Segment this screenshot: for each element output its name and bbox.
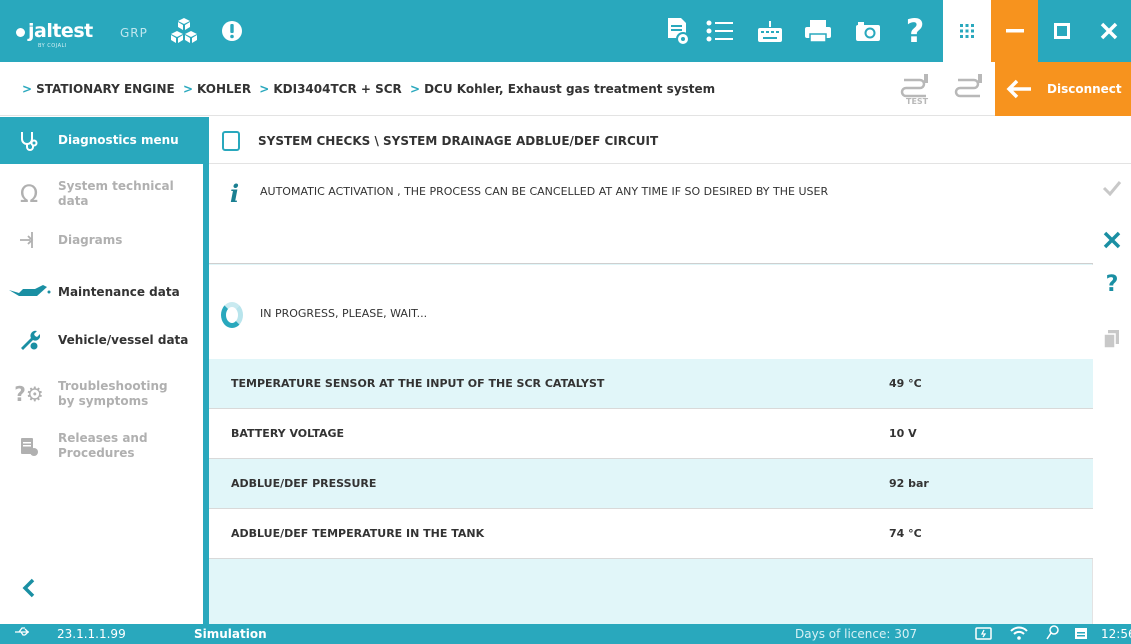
app-logo: jaltest BY COJALI	[16, 20, 93, 49]
parameter-value: 10 V	[889, 427, 917, 440]
calendar-icon	[1074, 626, 1088, 643]
table-row: ADBLUE/DEF TEMPERATURE IN THE TANK 74 °C	[209, 509, 1093, 559]
battery-icon	[975, 627, 993, 643]
test-connector-icon[interactable]: TEST	[896, 72, 934, 108]
info-icon: i	[230, 179, 240, 208]
breadcrumb: > STATIONARY ENGINE > KOHLER > KDI3404TCR +…	[22, 82, 716, 96]
brand-tag: GRP	[120, 26, 148, 40]
breadcrumb-item[interactable]: DCU Kohler, Exhaust gas treatment system	[424, 82, 715, 96]
top-bar: jaltest BY COJALI GRP ?	[0, 0, 1131, 62]
section-header: SYSTEM CHECKS \ SYSTEM DRAINAGE ADBLUE/D…	[209, 117, 1131, 164]
search-icon	[1046, 625, 1060, 644]
parameter-value: 74 °C	[889, 527, 922, 540]
breadcrumb-item[interactable]: STATIONARY ENGINE	[36, 82, 175, 96]
maximize-button[interactable]	[1038, 0, 1085, 62]
parameter-name: TEMPERATURE SENSOR AT THE INPUT OF THE S…	[231, 377, 605, 390]
report-icon[interactable]	[664, 0, 692, 62]
diagram-icon	[0, 229, 58, 251]
printer-icon[interactable]	[800, 0, 836, 62]
camera-icon[interactable]	[851, 0, 885, 62]
breadcrumb-item[interactable]: KOHLER	[197, 82, 251, 96]
table-row: ADBLUE/DEF PRESSURE 92 bar	[209, 459, 1093, 509]
wrench-icon	[0, 329, 58, 351]
cancel-icon[interactable]	[1093, 230, 1131, 250]
parameter-name: BATTERY VOLTAGE	[231, 427, 345, 440]
usb-icon	[14, 626, 30, 641]
content-panel: i AUTOMATIC ACTIVATION , THE PROCESS CAN…	[209, 164, 1093, 624]
chevron-left-icon[interactable]	[22, 578, 36, 604]
action-column: ?	[1093, 164, 1131, 624]
maximize-icon	[1053, 23, 1070, 39]
table-row: BATTERY VOLTAGE 10 V	[209, 409, 1093, 459]
version-text: 23.1.1.1.99	[57, 627, 126, 641]
apps-grid-icon[interactable]	[943, 0, 991, 62]
list-icon[interactable]	[703, 0, 737, 62]
help-icon[interactable]: ?	[898, 0, 932, 62]
check-icon[interactable]	[1093, 180, 1131, 196]
spinner-icon	[221, 302, 243, 328]
close-window-button[interactable]	[1085, 0, 1131, 62]
info-box: i AUTOMATIC ACTIVATION , THE PROCESS CAN…	[209, 164, 1093, 264]
sidebar: Diagnostics menu Ω System technical data…	[0, 117, 203, 624]
status-bar: 23.1.1.1.99 Simulation Days of licence: …	[0, 624, 1131, 644]
ohm-icon: Ω	[19, 180, 39, 208]
sidebar-item-releases-procedures[interactable]: Releases and Procedures	[0, 423, 203, 469]
clock-text: 12:56	[1101, 627, 1131, 641]
minimize-icon	[1005, 29, 1024, 33]
progress-box: IN PROGRESS, PLEASE, WAIT...	[209, 265, 1093, 359]
progress-text: IN PROGRESS, PLEASE, WAIT...	[260, 307, 428, 320]
page-title: SYSTEM CHECKS \ SYSTEM DRAINAGE ADBLUE/D…	[258, 134, 659, 148]
info-text: AUTOMATIC ACTIVATION , THE PROCESS CAN B…	[260, 185, 829, 198]
parameter-name: ADBLUE/DEF TEMPERATURE IN THE TANK	[231, 527, 485, 540]
parameter-table: TEMPERATURE SENSOR AT THE INPUT OF THE S…	[209, 359, 1093, 559]
arrow-left-icon	[1006, 79, 1031, 99]
checklist-icon	[222, 131, 240, 151]
parameter-value: 92 bar	[889, 477, 929, 490]
close-icon	[1100, 22, 1117, 40]
disconnect-button[interactable]: Disconnect	[995, 62, 1131, 116]
connector-icon[interactable]	[950, 72, 988, 102]
sidebar-item-maintenance-data[interactable]: Maintenance data	[0, 275, 203, 309]
test-label: TEST	[906, 97, 929, 106]
mode-text: Simulation	[194, 627, 267, 641]
parameter-value: 49 °C	[889, 377, 922, 390]
table-row: TEMPERATURE SENSOR AT THE INPUT OF THE S…	[209, 359, 1093, 409]
sidebar-item-diagnostics-menu[interactable]: Diagnostics menu	[0, 117, 203, 164]
keyboard-icon[interactable]	[753, 0, 787, 62]
stethoscope-icon	[0, 130, 58, 152]
alert-icon[interactable]	[219, 0, 245, 62]
cubes-icon[interactable]	[166, 0, 202, 62]
sidebar-item-vehicle-vessel-data[interactable]: Vehicle/vessel data	[0, 323, 203, 357]
parameter-name: ADBLUE/DEF PRESSURE	[231, 477, 377, 490]
breadcrumb-bar: > STATIONARY ENGINE > KOHLER > KDI3404TCR +…	[0, 62, 1131, 116]
minimize-button[interactable]	[991, 0, 1038, 62]
breadcrumb-item[interactable]: KDI3404TCR + SCR	[273, 82, 401, 96]
documents-icon[interactable]	[1093, 328, 1131, 350]
licence-text: Days of licence: 307	[795, 627, 918, 641]
oil-can-icon	[0, 284, 58, 300]
wifi-icon	[1010, 626, 1028, 643]
sidebar-item-diagrams[interactable]: Diagrams	[0, 222, 203, 258]
help-icon[interactable]: ?	[1093, 272, 1131, 297]
sidebar-item-troubleshooting[interactable]: ?⚙ Troubleshooting by symptoms	[0, 370, 203, 418]
procedures-icon	[0, 435, 58, 457]
troubleshoot-icon: ?⚙	[14, 382, 44, 406]
sidebar-item-system-technical-data[interactable]: Ω System technical data	[0, 169, 203, 219]
